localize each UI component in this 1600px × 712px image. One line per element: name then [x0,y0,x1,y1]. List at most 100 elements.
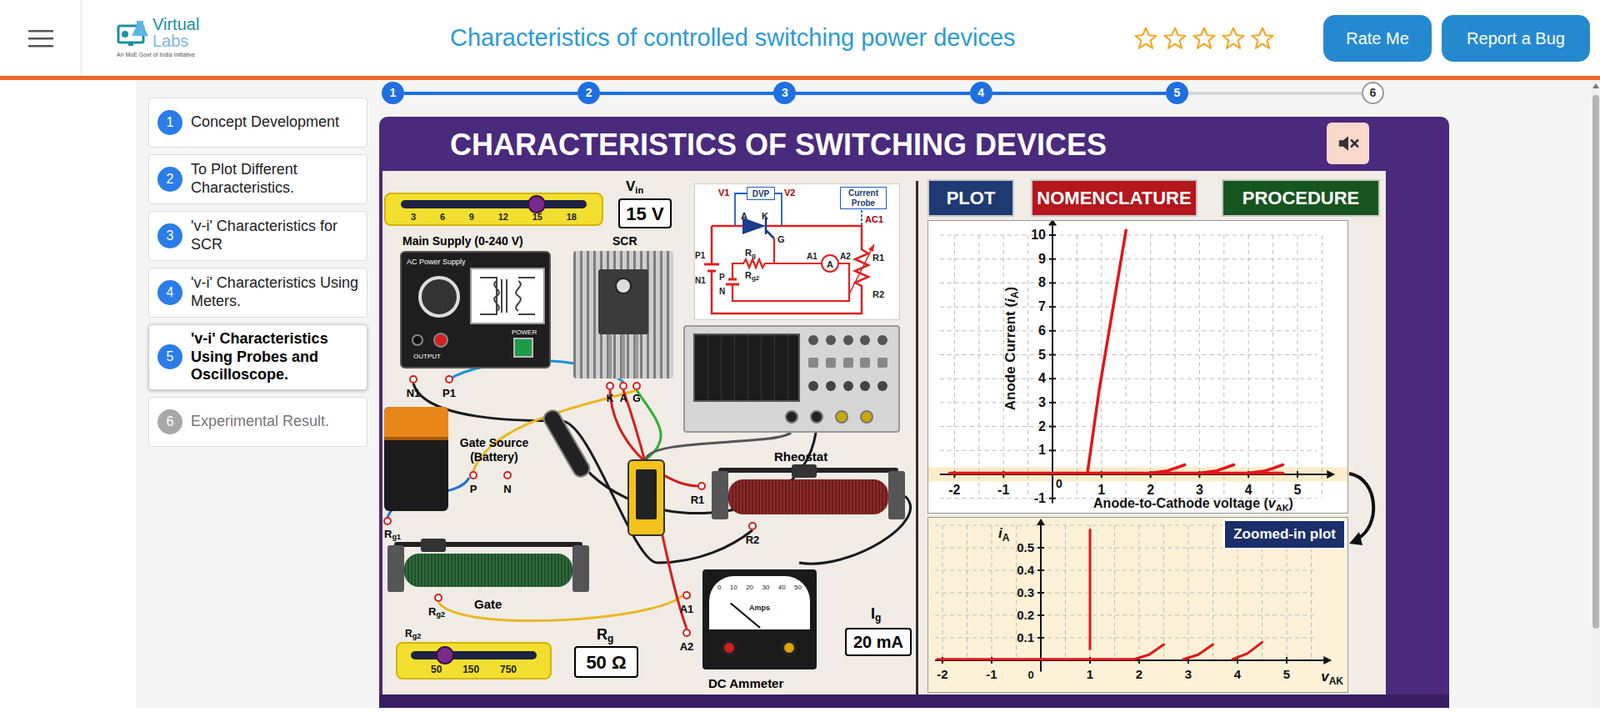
curve [1199,465,1234,474]
main-plot: -2-11234512345678910-10Anode Current (iA… [927,220,1349,514]
terminal[interactable] [409,375,418,384]
slider-tick: 50 [430,661,442,677]
terminal[interactable] [748,521,757,530]
simulation-panel: CHARACTERISTICS OF SWITCHING DEVICES [379,116,1450,708]
terminal[interactable] [383,516,392,525]
schematic-label: Rg [745,245,756,260]
oscilloscope[interactable] [683,325,900,433]
sidebar-item[interactable]: 4'v-i' Characteristics Using Meters. [148,267,368,318]
zoom-arrow-icon [1347,466,1381,550]
power-label: POWER [511,327,537,338]
header: Virtual Labs An MoE Govt of India Initia… [0,0,1600,80]
ammeter-symbol: A [825,257,835,272]
rating[interactable] [1133,25,1275,51]
rheostat[interactable] [711,464,905,523]
y-axis [1051,225,1054,504]
zoom-badge: Zoomed-in plot [1223,519,1346,550]
step-circle[interactable]: 3 [773,81,796,105]
curve [950,471,1284,475]
y-tick-label: 4 [1038,370,1046,385]
panel-tab[interactable]: NOMENCLATURE [1030,179,1198,217]
rg-slider[interactable]: 50150750 [395,641,552,680]
y-tick-label: 0.5 [1016,540,1035,555]
axis-label: iA [998,525,1010,544]
vin-slider[interactable]: 369121518 [384,192,604,226]
y-tick-label: 6 [1038,323,1046,338]
speaker-muted-icon [1335,130,1361,156]
y-tick-label: 9 [1038,251,1046,266]
slider-tick: 12 [498,210,509,225]
y-tick-label: 7 [1038,299,1046,314]
panel-tab[interactable]: PROCEDURE [1221,179,1380,217]
terminal[interactable] [697,481,706,490]
report-bug-button[interactable]: Report a Bug [1441,15,1590,62]
terminal-label: P [463,480,484,498]
star-icon[interactable] [1250,25,1275,51]
scr-pin[interactable] [632,381,641,390]
sidebar-label: 'v-i' Characteristics Using Probes and O… [190,330,359,385]
mute-button[interactable] [1326,122,1370,165]
stepper: 1 2 3 4 5 6 [381,81,1385,105]
terminal[interactable] [503,470,512,480]
x-tick-label: 4 [1234,666,1242,681]
menu-button[interactable] [0,0,82,76]
ammeter-terminal-yellow[interactable] [780,639,798,656]
terminal-label: P1 [439,385,460,402]
sidebar-item[interactable]: 2To Plot Different Characteristics. [148,154,368,205]
scrollbar[interactable] [1591,80,1600,708]
slider-tick: 30 [761,582,770,593]
sidebar-item[interactable]: 1Concept Development [148,97,368,148]
x-tick-label: 5 [1283,666,1290,681]
terminal[interactable] [445,375,454,384]
current-probe-box: Current Probe [840,186,887,210]
schematic-label: P [719,270,725,284]
sidebar-label: Experimental Result. [190,412,330,431]
y-tick-label: 0.2 [1016,607,1035,622]
schematic-label: Rg2 [745,268,760,283]
terminal-label: R1 [687,491,708,509]
panel-tab[interactable]: PLOT [927,179,1015,217]
terminal[interactable] [469,470,478,480]
rate-button[interactable]: Rate Me [1323,15,1432,62]
power-button[interactable] [513,337,534,358]
step-circle[interactable]: 6 [1361,81,1385,105]
step-number: 5 [157,344,183,370]
step-circle[interactable]: 4 [970,81,993,105]
logo[interactable]: Virtual Labs An MoE Govt of India Initia… [116,15,217,60]
terminal[interactable] [682,628,691,637]
pin-label: A [615,390,632,406]
x-tick-label: -1 [985,666,997,681]
terminal-label: N1 [403,385,424,402]
slider-tick: 150 [462,661,480,677]
supply-dial[interactable] [418,275,460,318]
scr-pin[interactable] [619,381,628,390]
sidebar-item[interactable]: 3'v-i' Characteristics for SCR [148,210,368,261]
tab-bar: PLOT NOMENCLATURE PROCEDURE [927,179,1380,217]
star-icon[interactable] [1220,25,1246,51]
sidebar-item[interactable]: 5 'v-i' Characteristics Using Probes and … [148,324,368,390]
star-icon[interactable] [1191,25,1217,51]
star-icon[interactable] [1133,25,1159,51]
gate-rheostat[interactable] [387,538,590,594]
scr-pin[interactable] [605,381,615,390]
rg-knob[interactable] [435,645,455,665]
step-circle[interactable]: 5 [1165,81,1189,105]
sidebar-item[interactable]: 6Experimental Result. [148,396,368,447]
y-tick-label: 10 [1030,227,1046,242]
power-supply[interactable]: AC Power Supply OUTPUT POWER [400,250,551,369]
y-tick-label: 1 [1038,442,1046,457]
output-terminal-red[interactable] [433,332,449,348]
step-circle[interactable]: 2 [577,81,600,105]
terminal[interactable] [682,590,691,600]
vin-knob[interactable] [527,195,546,214]
output-terminal-black[interactable] [411,334,424,346]
rg-value: 50 Ω [574,645,639,678]
ammeter-terminal-red[interactable] [720,639,738,656]
star-icon[interactable] [1162,25,1188,51]
step-circle[interactable]: 1 [381,81,405,105]
differential-probe[interactable] [627,459,665,536]
x-tick-label: 3 [1195,482,1204,497]
terminal[interactable] [434,593,443,602]
x-axis [935,659,1324,661]
sidebar-label: Concept Development [190,113,340,132]
